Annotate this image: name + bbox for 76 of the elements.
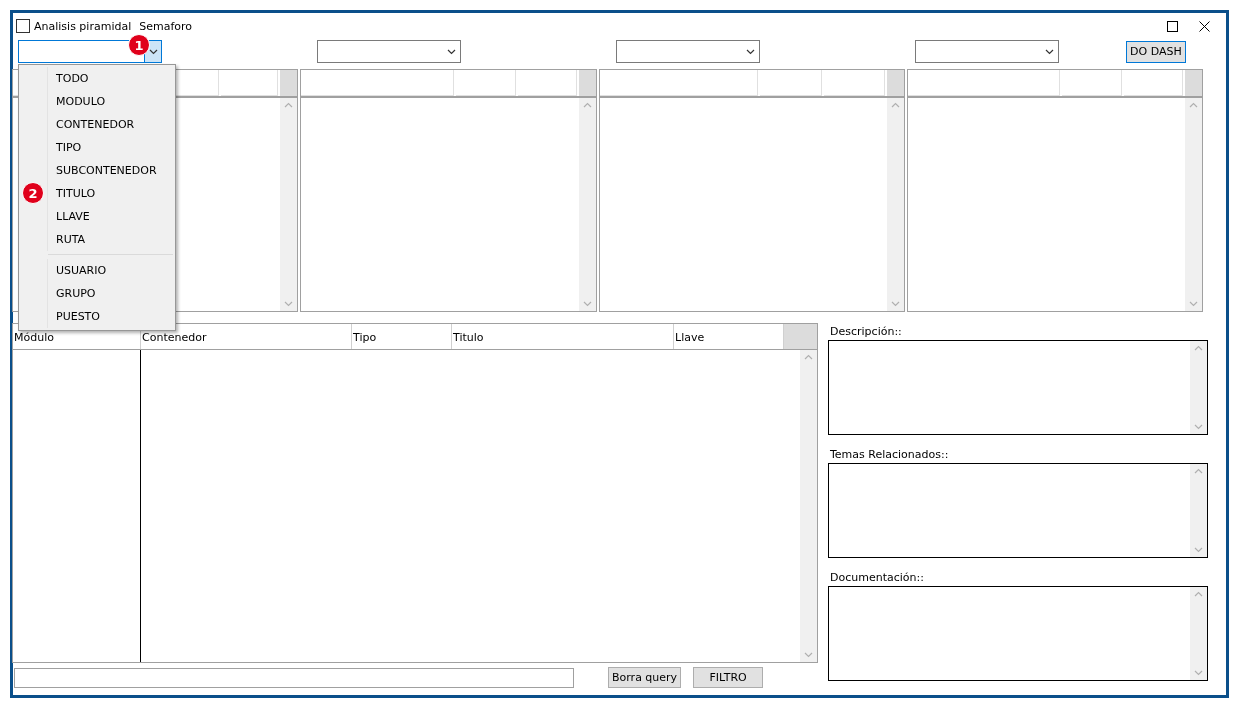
scroll-down-icon[interactable] (891, 301, 900, 307)
query-input[interactable] (14, 667, 574, 688)
do-dash-button[interactable]: DO DASH (1126, 40, 1186, 63)
checkbox-label: Analisis piramidal (34, 19, 132, 33)
footer-button[interactable]: FILTRO (693, 667, 764, 688)
close-icon (1198, 20, 1210, 32)
scroll-down-icon[interactable] (1194, 424, 1203, 430)
scrollbar[interactable] (1185, 98, 1202, 311)
menu-item[interactable]: TITULO (48, 182, 173, 205)
header-cell[interactable] (220, 70, 278, 96)
menu-item[interactable]: GRUPO (48, 282, 173, 305)
scroll-up-icon[interactable] (583, 102, 592, 108)
combo-box[interactable] (317, 40, 461, 63)
header-corner (784, 324, 817, 349)
menu-item[interactable]: CONTENEDOR (48, 113, 173, 136)
scrollbar[interactable] (1190, 341, 1207, 434)
scroll-down-icon[interactable] (583, 301, 592, 307)
field-label: Temas Relacionados:: (830, 448, 949, 462)
scrollbar[interactable] (1190, 587, 1207, 680)
combo-box[interactable] (616, 40, 760, 63)
header-corner (280, 70, 297, 96)
menu-item[interactable]: MODULO (48, 90, 173, 113)
checkbox[interactable] (16, 19, 30, 33)
menu-item[interactable]: USUARIO (48, 259, 173, 282)
column-header[interactable]: Titulo (452, 324, 674, 349)
scroll-up-icon[interactable] (284, 102, 293, 108)
header-cell[interactable] (301, 70, 455, 96)
text-area[interactable] (828, 463, 1208, 558)
combo-box[interactable] (18, 40, 162, 63)
header-cell[interactable] (456, 70, 516, 96)
menu-item[interactable]: RUTA (48, 228, 173, 251)
maximize-icon (1166, 20, 1178, 32)
scrollbar[interactable] (579, 98, 596, 311)
field-label: Descripción:: (830, 325, 902, 339)
scrollbar[interactable] (1190, 464, 1207, 557)
scrollbar[interactable] (800, 350, 817, 662)
menu-item[interactable]: TODO (48, 67, 173, 90)
callout-badge: 2 (22, 182, 44, 204)
scroll-up-icon[interactable] (1194, 345, 1203, 351)
caret-icon (746, 48, 755, 55)
scroll-down-icon[interactable] (804, 652, 813, 658)
scrollbar[interactable] (280, 98, 297, 311)
scroll-down-icon[interactable] (1189, 301, 1198, 307)
header-cell[interactable] (600, 70, 759, 96)
header-cell[interactable] (760, 70, 822, 96)
header-cell[interactable] (908, 70, 1061, 96)
text-area[interactable] (828, 340, 1208, 435)
combo-box[interactable] (915, 40, 1059, 63)
scroll-up-icon[interactable] (1189, 102, 1198, 108)
scroll-down-icon[interactable] (1194, 547, 1203, 553)
caret-icon (447, 48, 456, 55)
scroll-up-icon[interactable] (1194, 591, 1203, 597)
callout-badge: 1 (128, 34, 150, 56)
caret-icon (148, 48, 158, 55)
header-corner (887, 70, 904, 96)
menu-item[interactable]: LLAVE (48, 205, 173, 228)
footer-button[interactable]: Borra query (608, 667, 682, 688)
text-area[interactable] (828, 586, 1208, 681)
field-label: Documentación:: (830, 571, 924, 585)
column-header[interactable]: Tipo (352, 324, 452, 349)
menu-item[interactable]: TIPO (48, 136, 173, 159)
scroll-down-icon[interactable] (1194, 670, 1203, 676)
scroll-up-icon[interactable] (804, 354, 813, 360)
scroll-up-icon[interactable] (891, 102, 900, 108)
header-corner (579, 70, 596, 96)
scrollbar[interactable] (887, 98, 904, 311)
header-cell[interactable] (517, 70, 577, 96)
menu-item[interactable]: SUBCONTENEDOR (48, 159, 173, 182)
header-cell[interactable] (1123, 70, 1183, 96)
header-corner (1185, 70, 1202, 96)
scroll-up-icon[interactable] (1194, 468, 1203, 474)
scroll-down-icon[interactable] (284, 301, 293, 307)
header-cell[interactable] (823, 70, 885, 96)
caret-icon (1045, 48, 1054, 55)
semaforo-label: Semaforo (139, 19, 193, 33)
header-cell[interactable] (1062, 70, 1122, 96)
